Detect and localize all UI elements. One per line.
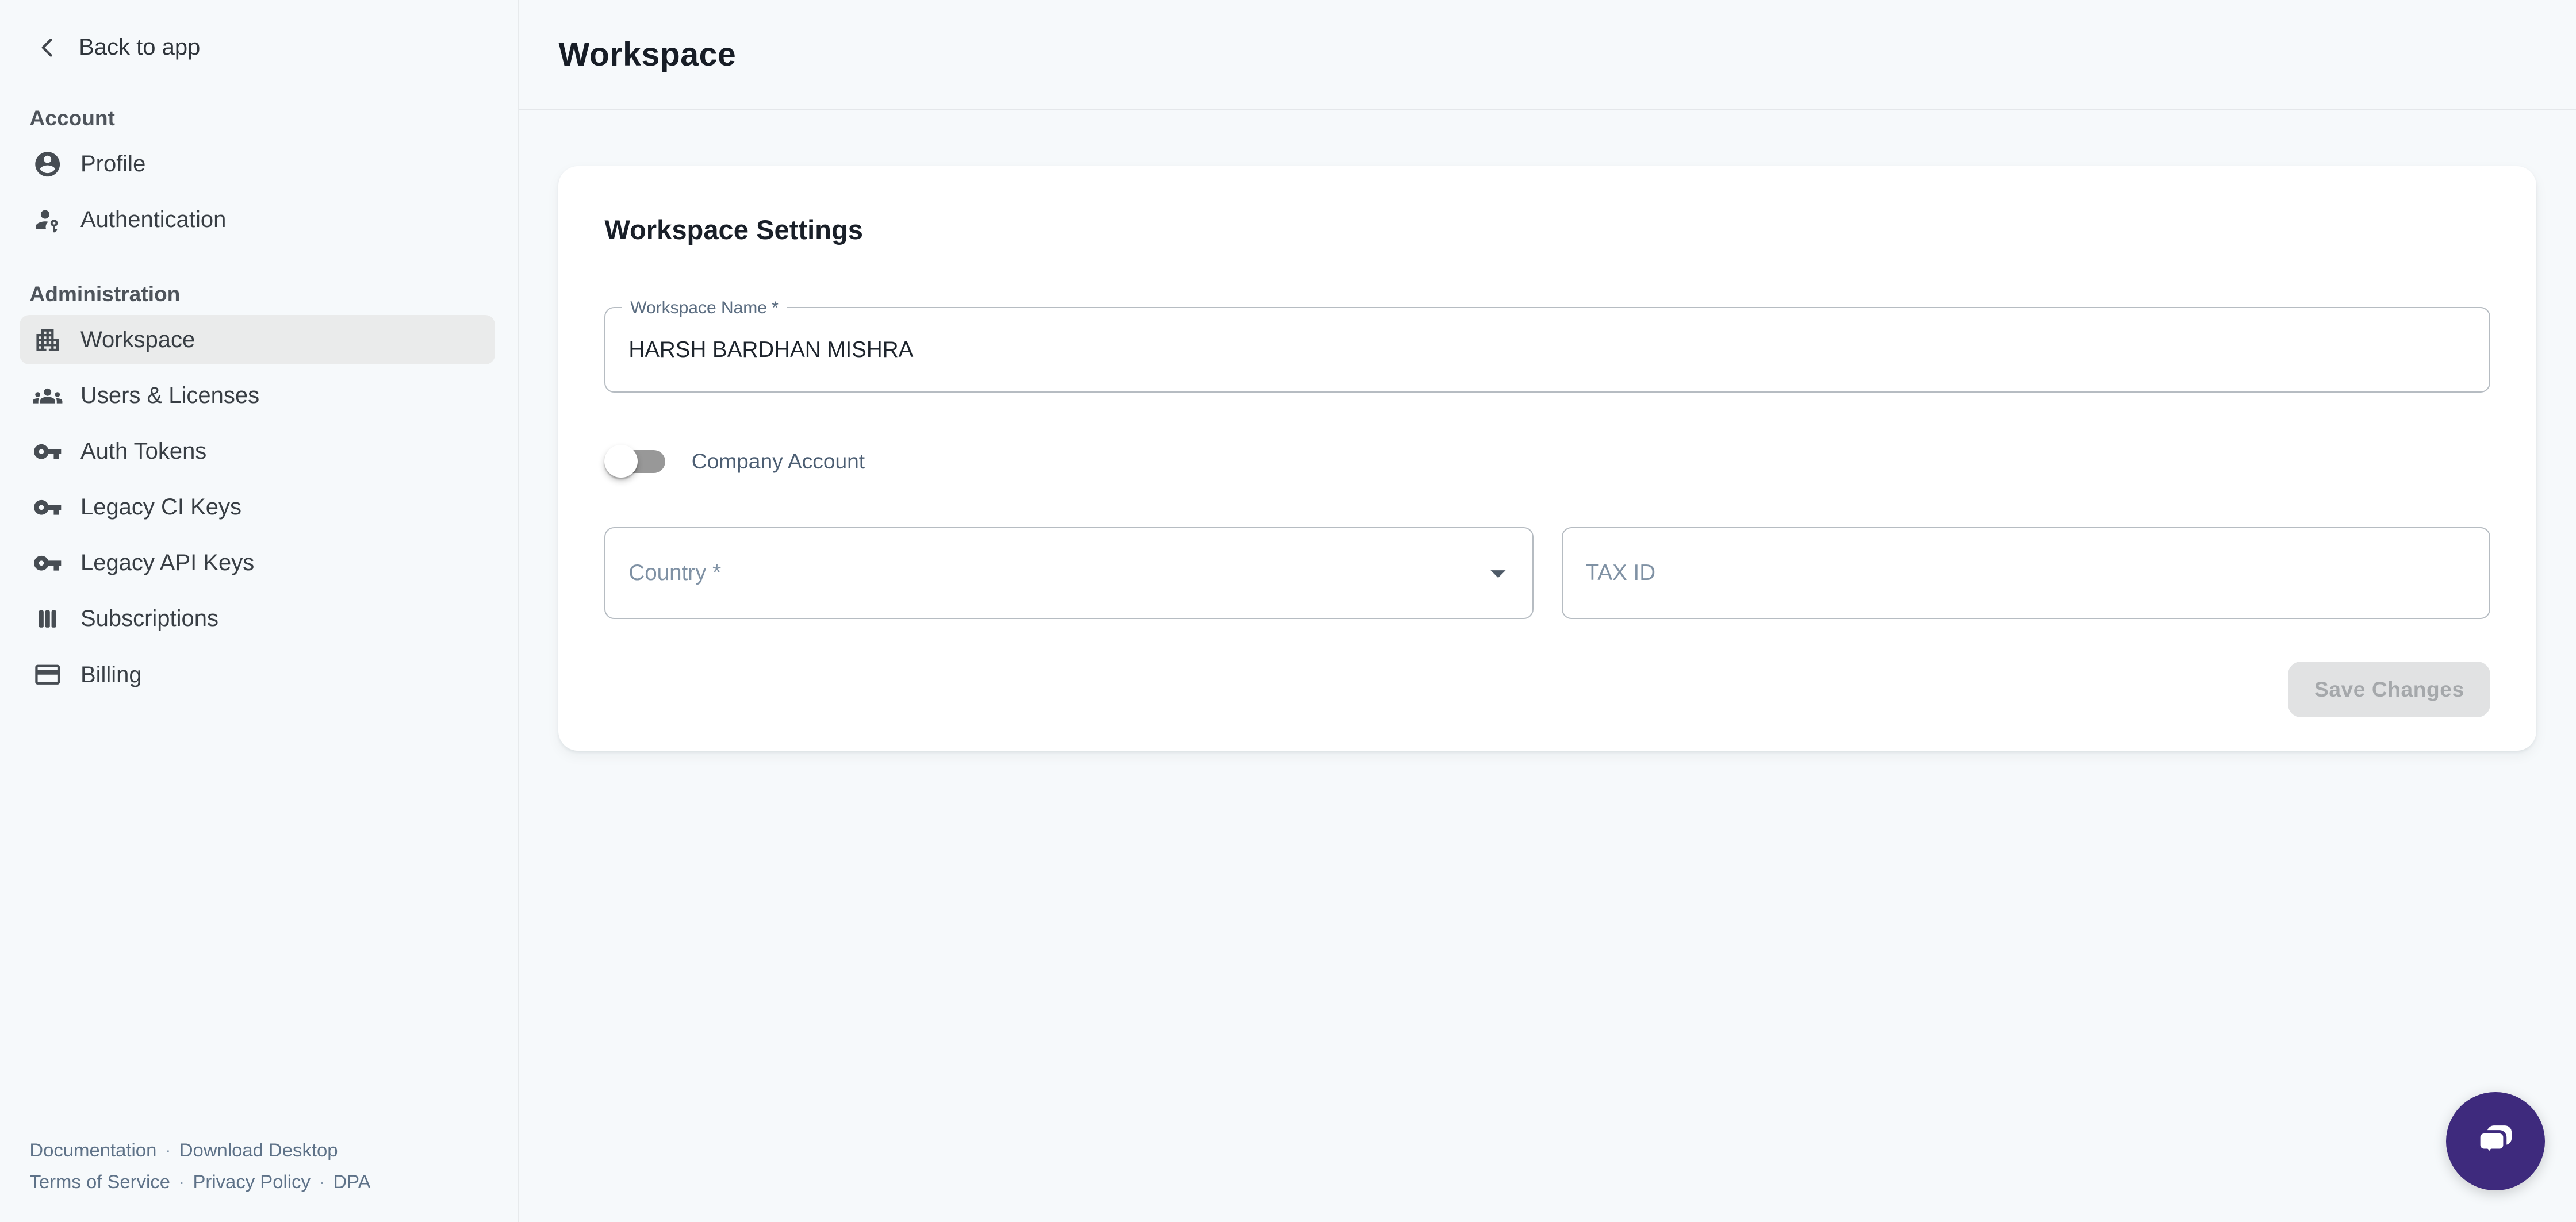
columns-icon	[33, 604, 62, 633]
company-account-label: Company Account	[692, 449, 865, 474]
sidebar-item-label: Authentication	[80, 207, 226, 233]
chat-launcher-button[interactable]	[2446, 1092, 2544, 1190]
sidebar-item-legacy-ci-keys[interactable]: Legacy CI Keys	[20, 483, 495, 532]
person-key-icon	[33, 205, 62, 235]
chevron-down-icon	[1480, 555, 1516, 591]
back-to-app-button[interactable]: Back to app	[33, 26, 518, 69]
sidebar-item-workspace[interactable]: Workspace	[20, 315, 495, 364]
toggle-thumb	[604, 445, 637, 478]
terms-of-service-link[interactable]: Terms of Service	[29, 1171, 170, 1192]
footer-separator: ·	[178, 1171, 185, 1192]
workspace-name-field: Workspace Name *	[604, 307, 2490, 393]
workspace-settings-card: Workspace Settings Workspace Name * Comp…	[558, 166, 2536, 751]
chat-bubbles-icon	[2468, 1115, 2523, 1169]
sidebar-item-label: Workspace	[80, 327, 195, 353]
workspace-name-label: Workspace Name *	[622, 295, 787, 321]
sidebar-item-profile[interactable]: Profile	[20, 140, 495, 189]
page-content: Workspace Settings Workspace Name * Comp…	[519, 110, 2576, 750]
chevron-left-icon	[33, 33, 62, 62]
credit-card-icon	[33, 660, 62, 689]
country-select[interactable]: Country *	[604, 527, 1534, 619]
tax-id-input[interactable]	[1586, 560, 2473, 586]
back-to-app-label: Back to app	[79, 34, 200, 60]
main-area: Workspace Workspace Settings Workspace N…	[519, 0, 2576, 1222]
key-icon	[33, 437, 62, 466]
country-select-label: Country *	[628, 560, 721, 586]
sidebar-item-billing[interactable]: Billing	[20, 650, 495, 700]
footer-row-1: Documentation · Download Desktop	[29, 1135, 498, 1166]
key-icon	[33, 548, 62, 578]
company-account-row: Company Account	[604, 442, 2490, 482]
card-title: Workspace Settings	[604, 212, 2490, 248]
documentation-link[interactable]: Documentation	[29, 1139, 156, 1160]
sidebar-item-label: Legacy CI Keys	[80, 494, 241, 520]
privacy-policy-link[interactable]: Privacy Policy	[193, 1171, 310, 1192]
section-title-account: Account	[29, 103, 518, 133]
page-header: Workspace	[519, 0, 2576, 110]
save-changes-button[interactable]: Save Changes	[2288, 662, 2490, 717]
sidebar-item-label: Profile	[80, 151, 145, 177]
company-account-toggle[interactable]	[610, 450, 665, 473]
sidebar-item-users-licenses[interactable]: Users & Licenses	[20, 371, 495, 421]
sidebar-item-label: Users & Licenses	[80, 383, 259, 409]
groups-icon	[33, 381, 62, 410]
tax-id-field	[1562, 527, 2491, 619]
key-icon	[33, 493, 62, 522]
sidebar-footer: Documentation · Download Desktop Terms of …	[0, 1135, 518, 1221]
account-circle-icon	[33, 149, 62, 179]
download-desktop-link[interactable]: Download Desktop	[179, 1139, 338, 1160]
workspace-name-input[interactable]	[628, 337, 2466, 363]
dpa-link[interactable]: DPA	[333, 1171, 370, 1192]
country-tax-row: Country *	[604, 527, 2490, 619]
sidebar: Back to app Account Profile Authenticati…	[0, 0, 519, 1222]
sidebar-item-subscriptions[interactable]: Subscriptions	[20, 594, 495, 644]
footer-separator: ·	[319, 1171, 325, 1192]
workspace-settings-page: Back to app Account Profile Authenticati…	[0, 0, 2576, 1222]
section-title-administration: Administration	[29, 279, 518, 309]
footer-separator: ·	[165, 1139, 171, 1160]
page-title: Workspace	[558, 36, 736, 74]
sidebar-item-legacy-api-keys[interactable]: Legacy API Keys	[20, 539, 495, 588]
sidebar-item-label: Legacy API Keys	[80, 550, 254, 576]
sidebar-item-label: Billing	[80, 662, 142, 688]
sidebar-item-auth-tokens[interactable]: Auth Tokens	[20, 427, 495, 476]
sidebar-item-label: Subscriptions	[80, 606, 218, 632]
footer-row-2: Terms of Service · Privacy Policy · DPA	[29, 1166, 498, 1197]
apartment-icon	[33, 325, 62, 355]
sidebar-item-authentication[interactable]: Authentication	[20, 195, 495, 245]
sidebar-item-label: Auth Tokens	[80, 439, 206, 464]
card-actions: Save Changes	[604, 662, 2490, 717]
